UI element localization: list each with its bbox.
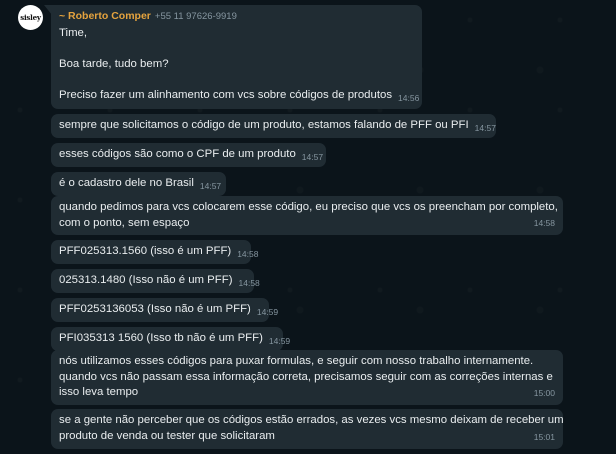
message-bubble[interactable]: nós utilizamos esses códigos para puxar … <box>51 350 563 405</box>
message-text: PFF025313.1560 (isso é um PFF) 14:58 <box>59 244 258 260</box>
message-bubble[interactable]: PFF025313.1560 (isso é um PFF) 14:58 <box>51 240 258 264</box>
message-bubble[interactable]: quando pedimos para vcs colocarem esse c… <box>51 196 563 235</box>
message-text-content: 025313.1480 (Isso não é um PFF) <box>59 274 233 286</box>
message-text: PFF0253136053 (Isso não é um PFF) 14:59 <box>59 302 278 318</box>
message-text: nós utilizamos esses códigos para puxar … <box>59 355 534 367</box>
message-time: 14:56 <box>398 93 420 103</box>
avatar-logo-text: sisley <box>20 13 41 22</box>
message-time: 14:59 <box>268 336 291 346</box>
message-text: esses códigos são como o CPF de um produ… <box>59 147 323 163</box>
message-bubble[interactable]: PFI035313 1560 (Isso tb não é um PFF) 14:… <box>51 327 290 351</box>
message-time: 14:57 <box>474 123 496 133</box>
message-bubble[interactable]: ~ Roberto Comper +55 11 97626-9919 Time, … <box>44 5 422 109</box>
message-text-content: Preciso fazer um alinhamento com vcs sob… <box>59 89 393 101</box>
sender-phone[interactable]: +55 11 97626-9919 <box>155 11 237 22</box>
message-text: se a gente não perceber que os códigos e… <box>59 414 564 426</box>
message-time: 14:58 <box>237 249 259 259</box>
message-bubble[interactable]: 025313.1480 (Isso não é um PFF) 14:58 <box>51 269 260 293</box>
message-time: 14:57 <box>199 181 222 191</box>
message-text-content: sempre que solicitamos o código de um pr… <box>59 119 469 131</box>
message-text: quando vcs não passam essa informação co… <box>59 370 553 383</box>
message-time: 14:58 <box>238 278 260 288</box>
message-bubble[interactable]: esses códigos são como o CPF de um produ… <box>51 143 326 167</box>
message-text: isso leva tempo <box>59 386 139 398</box>
message-text-content: PFF025313.1560 (isso é um PFF) <box>59 245 232 257</box>
message-text: é o cadastro dele no Brasil 14:57 <box>59 176 222 192</box>
message-time: 14:57 <box>301 152 324 162</box>
message-text: Boa tarde, tudo bem? <box>59 58 169 70</box>
message-time: 15:01 <box>533 431 555 442</box>
message-text: PFI035313 1560 (Isso tb não é um PFF) 14:… <box>59 331 290 347</box>
avatar[interactable]: sisley <box>18 5 43 30</box>
message-text-content: é o cadastro dele no Brasil <box>59 177 194 189</box>
bubble-tail <box>44 5 52 15</box>
message-text: quando pedimos para vcs colocarem esse c… <box>59 201 558 213</box>
message-time: 14:59 <box>256 307 279 317</box>
message-time: 15:00 <box>533 387 555 398</box>
message-text: Preciso fazer um alinhamento com vcs sob… <box>59 88 419 104</box>
message-text: 025313.1480 (Isso não é um PFF) 14:58 <box>59 273 260 289</box>
message-text-content: PFI035313 1560 (Isso tb não é um PFF) <box>59 332 263 344</box>
message-text-content: esses códigos são como o CPF de um produ… <box>59 148 296 160</box>
message-time: 14:58 <box>533 217 555 228</box>
message-bubble[interactable]: PFF0253136053 (Isso não é um PFF) 14:59 <box>51 298 278 322</box>
message-bubble[interactable]: sempre que solicitamos o código de um pr… <box>51 114 496 138</box>
message-text: com o ponto, sem espaço <box>59 216 190 229</box>
message-text-content: PFF0253136053 (Isso não é um PFF) <box>59 303 251 315</box>
sender-name[interactable]: ~ Roberto Comper <box>59 10 151 22</box>
message-sender: ~ Roberto Comper +55 11 97626-9919 <box>59 9 415 24</box>
message-bubble[interactable]: se a gente não perceber que os códigos e… <box>51 409 564 449</box>
message-bubble[interactable]: é o cadastro dele no Brasil 14:57 <box>51 172 226 196</box>
message-text: sempre que solicitamos o código de um pr… <box>59 118 496 134</box>
message-text: Time, <box>59 27 88 39</box>
message-text: produto de venda ou tester que solicitar… <box>59 429 275 442</box>
